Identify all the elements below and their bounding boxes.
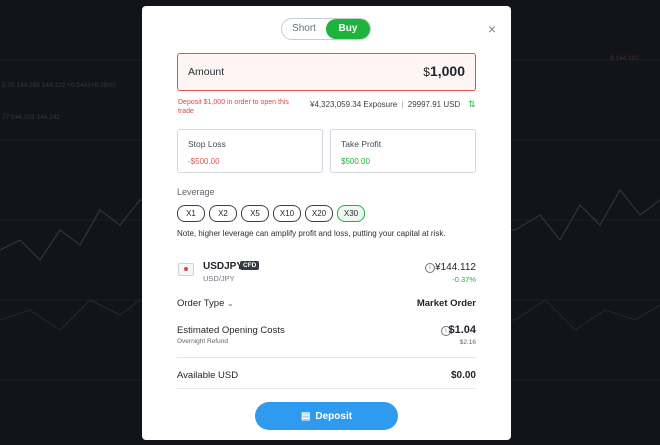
leverage-note: Note, higher leverage can amplify profit…: [177, 229, 446, 238]
exposure-usd-value: 29997.91: [407, 100, 442, 109]
exposure-label: Exposure: [363, 100, 398, 109]
exposure-usd-label: USD: [443, 100, 461, 109]
cfd-badge: CFD: [240, 261, 260, 270]
amount-field[interactable]: Amount $1,000: [177, 53, 476, 91]
leverage-title: Leverage: [177, 187, 215, 197]
deposit-button[interactable]: ▤ Deposit: [255, 402, 398, 430]
available-value: $0.00: [450, 370, 476, 381]
stop-loss-label: Stop Loss: [188, 139, 226, 149]
estimated-costs-label: Estimated Opening Costs: [177, 325, 285, 336]
deposit-label: Deposit: [315, 410, 353, 422]
amount-value[interactable]: $1,000: [423, 63, 465, 79]
close-icon[interactable]: ×: [485, 22, 499, 36]
trade-modal: Short Buy × Amount $1,000 Deposit $1,000…: [142, 6, 511, 440]
divider: [177, 357, 476, 358]
take-profit-label: Take Profit: [341, 139, 382, 149]
estimated-costs-value: $1.04: [448, 324, 476, 336]
amount-currency: $: [423, 65, 430, 79]
stop-loss-box[interactable]: Stop Loss -$500.00: [177, 129, 323, 173]
leverage-x20[interactable]: X20: [305, 205, 333, 222]
short-option[interactable]: Short: [282, 19, 326, 39]
available-label: Available USD: [177, 370, 239, 381]
overnight-refund-label: Overnight Refund: [177, 338, 228, 345]
exposure-separator: |: [401, 100, 404, 109]
order-type-label: Order Type: [177, 298, 225, 309]
order-type-value: Market Order: [416, 298, 476, 309]
overnight-refund-value: $2.16: [459, 339, 476, 346]
take-profit-value: $500.00: [341, 157, 370, 166]
amount-number: 1,000: [429, 63, 465, 79]
instrument-price: ¥144.112: [435, 262, 476, 273]
leverage-options: X1 X2 X5 X10 X20 X30: [177, 205, 365, 222]
leverage-x2[interactable]: X2: [209, 205, 237, 222]
wallet-icon: ▤: [300, 410, 311, 422]
leverage-x10[interactable]: X10: [273, 205, 301, 222]
deposit-error-text: Deposit $1,000 in order to open this tra…: [178, 99, 289, 115]
instrument-pair: USD/JPY: [203, 274, 235, 283]
order-type-dropdown[interactable]: Order Type ⌄: [177, 298, 234, 309]
instrument-change: -0.37%: [452, 275, 476, 284]
divider: [177, 388, 476, 389]
buy-option[interactable]: Buy: [326, 19, 370, 39]
exposure-info: ¥4,323,059.34 Exposure | 29997.91 USD: [310, 100, 460, 109]
take-profit-box[interactable]: Take Profit $500.00: [330, 129, 476, 173]
leverage-x1[interactable]: X1: [177, 205, 205, 222]
side-toggle: Short Buy: [281, 18, 371, 40]
exposure-value: ¥4,323,059.34: [310, 100, 362, 109]
leverage-x30[interactable]: X30: [337, 205, 365, 222]
stop-loss-value: -$500.00: [188, 157, 220, 166]
instrument-symbol: USDJPY: [203, 261, 244, 272]
japan-flag-icon: [178, 263, 194, 276]
swap-icon[interactable]: ⇅: [468, 99, 476, 110]
amount-label: Amount: [188, 66, 225, 78]
chevron-down-icon: ⌄: [227, 299, 234, 308]
leverage-x5[interactable]: X5: [241, 205, 269, 222]
price-info-icon[interactable]: i: [425, 263, 435, 273]
